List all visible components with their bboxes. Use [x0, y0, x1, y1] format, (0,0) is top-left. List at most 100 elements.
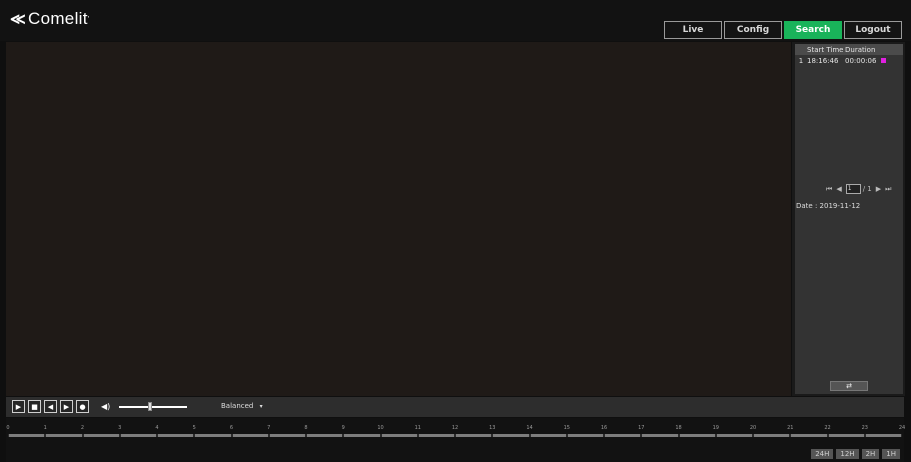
stop-button[interactable]: ■ [28, 400, 41, 413]
volume-slider-track[interactable] [119, 406, 187, 408]
timeline-hour-label: 18 [675, 425, 682, 431]
top-header: ≪ Comelit ' Live Config Search Logout [0, 0, 911, 41]
play-button[interactable]: ▶ [12, 400, 25, 413]
volume-slider-handle[interactable] [147, 402, 152, 411]
record-type-marker [881, 58, 886, 63]
timeline-hour-segment[interactable] [754, 434, 790, 437]
timeline-hour-label: 17 [638, 425, 645, 431]
timeline-hour-segment[interactable] [269, 434, 305, 437]
timeline-hour-label: 2 [80, 425, 85, 431]
timeline-hour-segment[interactable] [307, 434, 343, 437]
logo-mark: ≪ [10, 11, 27, 28]
timeline-hour-label: 24 [898, 425, 906, 431]
timeline-hour-segment[interactable] [642, 434, 678, 437]
tab-live[interactable]: Live [664, 21, 722, 39]
timeline-hour-segment[interactable] [716, 434, 752, 437]
timeline-hour-labels: 0 1 2 3 4 5 6 7 8 9 10 11 12 13 14 15 16 17 18 19 20 21 22 23 24 [6, 425, 906, 433]
stream-quality-select[interactable]: Balanced ▾ [221, 402, 263, 410]
timeline-zoom-buttons: 24H 12H 2H 1H [808, 449, 900, 459]
last-page-icon[interactable]: ⏭ [885, 185, 891, 194]
timeline-hour-segment[interactable] [865, 434, 901, 437]
timeline-hour-segment[interactable] [493, 434, 529, 437]
timeline-hour-segment[interactable] [418, 434, 454, 437]
tab-logout[interactable]: Logout [844, 21, 902, 39]
zoom-2h-button[interactable]: 2H [861, 449, 880, 459]
table-row[interactable]: 1 18:16:46 00:00:06 [795, 55, 903, 66]
prev-frame-button[interactable]: ◀ [44, 400, 57, 413]
prev-page-icon[interactable]: ◀ [836, 185, 841, 193]
snapshot-button[interactable]: ● [76, 400, 89, 413]
row-index: 1 [798, 56, 804, 65]
stop-icon: ■ [31, 402, 38, 411]
timeline-hour-label: 4 [155, 425, 159, 431]
zoom-24h-button[interactable]: 24H [811, 449, 834, 459]
rewind-icon: ◀ [47, 402, 54, 411]
timeline-hour-label: 11 [414, 425, 421, 431]
timeline-hour-segment[interactable] [195, 434, 231, 437]
next-frame-button[interactable]: ▶ [60, 400, 73, 413]
tab-search[interactable]: Search [784, 21, 842, 39]
timeline-hour-segment[interactable] [828, 434, 864, 437]
timeline-hour-label: 23 [861, 425, 868, 431]
timeline-hour-label: 13 [489, 425, 496, 431]
timeline-hour-segment[interactable] [120, 434, 156, 437]
timeline-hour-segment[interactable] [456, 434, 492, 437]
timeline-bar[interactable] [8, 434, 902, 437]
speaker-icon[interactable]: ◀) [101, 402, 110, 411]
timeline-hour-label: 0 [6, 425, 10, 431]
zoom-1h-button[interactable]: 1H [882, 449, 900, 459]
timeline-hour-label: 3 [118, 425, 122, 431]
timeline-hour-segment[interactable] [158, 434, 194, 437]
timeline-hour-segment[interactable] [232, 434, 268, 437]
play-icon: ▶ [15, 402, 22, 411]
timeline-hour-label: 7 [267, 425, 271, 431]
timeline-hour-label: 10 [377, 425, 384, 431]
timeline-hour-segment[interactable] [791, 434, 827, 437]
first-page-icon[interactable]: ⏮ [826, 185, 832, 194]
tab-config[interactable]: Config [724, 21, 782, 39]
timeline-hour-label: 16 [600, 425, 608, 431]
record-table-header: Start Time Duration [795, 44, 903, 55]
forward-icon: ▶ [63, 402, 70, 411]
timeline-hour-label: 9 [341, 425, 345, 431]
video-playback-area[interactable] [6, 42, 791, 396]
timeline-hour-segment[interactable] [83, 434, 119, 437]
logo-suffix: ' [87, 15, 90, 23]
row-start-time: 18:16:46 [807, 56, 839, 65]
timeline-hour-label: 21 [787, 425, 794, 431]
row-duration: 00:00:06 [845, 56, 877, 65]
timeline-hour-label: 15 [563, 425, 570, 431]
timeline-hour-label: 22 [824, 425, 831, 431]
snapshot-icon: ● [79, 402, 86, 411]
playback-toolbar: ▶ ■ ◀ ▶ ● ◀) Balanced ▾ [6, 397, 904, 417]
main-tabs: Live Config Search Logout [664, 21, 904, 39]
timeline-hour-segment[interactable] [381, 434, 417, 437]
pagination: ⏮ ◀ 1 / 1 ▶ ⏭ [826, 184, 895, 194]
timeline-hour-label: 20 [749, 425, 757, 431]
timeline-hour-label: 6 [229, 425, 234, 431]
timeline-hour-label: 12 [451, 425, 459, 431]
timeline-hour-label: 14 [526, 425, 533, 431]
record-table: Start Time Duration 1 18:16:46 00:00:06 [795, 44, 903, 394]
timeline-hour-segment[interactable] [567, 434, 603, 437]
timeline-hour-segment[interactable] [679, 434, 715, 437]
swap-icon: ⇄ [846, 382, 852, 390]
chevron-down-icon: ▾ [259, 403, 263, 410]
timeline-hour-segment[interactable] [605, 434, 641, 437]
timeline[interactable]: 0 1 2 3 4 5 6 7 8 9 10 11 12 13 14 15 16 17 18 19 20 21 22 23 24… [6, 418, 906, 462]
header-duration: Duration [845, 45, 876, 54]
timeline-hour-segment[interactable] [9, 434, 45, 437]
page-input[interactable]: 1 [845, 184, 861, 194]
timeline-hour-segment[interactable] [46, 434, 82, 437]
logo-text: Comelit [28, 9, 88, 28]
zoom-12h-button[interactable]: 12H [836, 449, 859, 459]
timeline-hour-segment[interactable] [344, 434, 380, 437]
header-start-time: Start Time [807, 45, 844, 54]
timeline-hour-segment[interactable] [530, 434, 566, 437]
next-page-icon[interactable]: ▶ [876, 185, 881, 193]
timeline-hour-label: 1 [43, 425, 47, 431]
date-label: Date : 2019-11-12 [796, 202, 861, 210]
timeline-hour-label: 5 [192, 425, 196, 431]
stream-quality-value: Balanced [221, 402, 254, 410]
switch-view-button[interactable]: ⇄ [830, 381, 868, 391]
